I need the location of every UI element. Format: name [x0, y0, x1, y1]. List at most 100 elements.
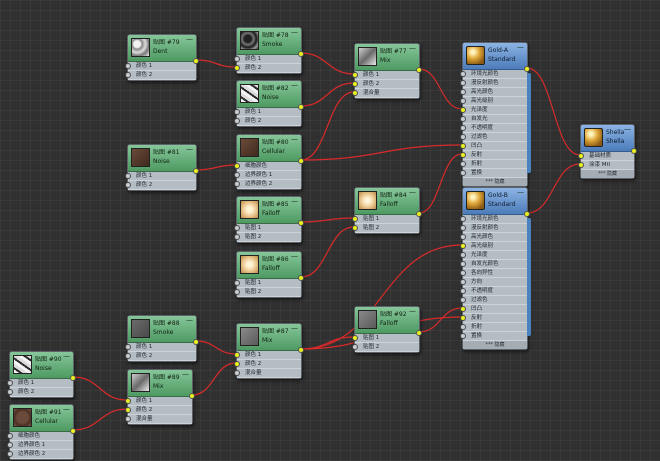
slot-row[interactable]: 混合量	[237, 369, 301, 378]
map-node-n86[interactable]: 贴图 #86 Falloff — 贴图 1 贴图 2	[234, 251, 304, 298]
input-port[interactable]	[460, 306, 466, 312]
output-port[interactable]	[524, 66, 530, 72]
collapse-button[interactable]: —	[291, 197, 298, 205]
node-header[interactable]: Gold-B Standard —	[463, 188, 527, 215]
slot-row[interactable]: 贴图 2	[355, 224, 419, 233]
input-port[interactable]	[460, 324, 466, 330]
input-port[interactable]	[460, 125, 466, 131]
node-header[interactable]: 贴图 #88 Smoke —	[128, 316, 196, 343]
input-port[interactable]	[234, 118, 240, 124]
input-port[interactable]	[460, 107, 466, 113]
input-port[interactable]	[352, 72, 358, 78]
output-port[interactable]	[70, 428, 76, 434]
map-node-n84[interactable]: 贴图 #84 Falloff — 贴图 1 贴图 2	[352, 187, 422, 234]
slot-row[interactable]: 颜色 2	[355, 80, 419, 89]
slot-row[interactable]: 置换	[463, 332, 527, 341]
slot-row[interactable]: 颜色 2	[237, 64, 301, 73]
slot-row[interactable]: 颜色 2	[128, 71, 196, 80]
collapse-button[interactable]: —	[186, 316, 193, 324]
node-header[interactable]: 贴图 #84 Falloff —	[355, 188, 419, 215]
hidden-slots-toggle[interactable]: *** 隐藏	[463, 178, 527, 186]
slot-row[interactable]: 自发光颜色	[463, 260, 527, 269]
collapse-button[interactable]: —	[517, 43, 524, 51]
slot-row[interactable]: 颜色 2	[237, 360, 301, 369]
input-port[interactable]	[460, 279, 466, 285]
slot-row[interactable]: 贴图 1	[237, 279, 301, 288]
wire-n88-to-n87[interactable]	[195, 340, 237, 355]
output-port[interactable]	[193, 58, 199, 64]
material-node-goldA[interactable]: Gold-A Standard — 环境光颜色 漫反射颜色 高光颜色 高光级别 光泽度 自发光不…	[460, 42, 531, 187]
node-header[interactable]: 贴图 #80 Cellular —	[237, 135, 301, 162]
map-node-n79[interactable]: 贴图 #79 Dent — 颜色 1 颜色 2	[125, 34, 199, 81]
node-header[interactable]: ShellacTest Shellac—	[581, 125, 634, 152]
input-port[interactable]	[460, 333, 466, 339]
hidden-slots-toggle[interactable]: *** 隐藏	[581, 170, 634, 178]
map-node-n92[interactable]: 贴图 #92 Falloff — 贴图 1 贴图 2	[352, 306, 422, 353]
node-header[interactable]: 贴图 #90 Noise —	[10, 352, 73, 379]
input-port[interactable]	[352, 81, 358, 87]
input-port[interactable]	[460, 225, 466, 231]
slot-row[interactable]: 颜色 1	[355, 71, 419, 80]
slot-row[interactable]: 颜色 2	[128, 406, 192, 415]
input-port[interactable]	[460, 315, 466, 321]
collapse-button[interactable]: —	[517, 188, 524, 196]
wire-n90-to-n89[interactable]	[72, 376, 128, 401]
wire-n80-to-goldA[interactable]	[300, 144, 463, 161]
slot-row[interactable]: 环境光颜色	[463, 215, 527, 224]
map-node-n85[interactable]: 贴图 #85 Falloff — 贴图 1 贴图 2	[234, 196, 304, 243]
wire-n89-to-n87[interactable]	[191, 362, 237, 396]
input-port[interactable]	[460, 252, 466, 258]
output-port[interactable]	[193, 168, 199, 174]
node-header[interactable]: 贴图 #77 Mix —	[355, 44, 419, 71]
input-port[interactable]	[234, 172, 240, 178]
slot-row[interactable]: 颜色 1	[128, 343, 196, 352]
wire-n85-to-n84[interactable]	[300, 217, 355, 223]
input-port[interactable]	[125, 398, 131, 404]
slot-row[interactable]: 颜色 1	[128, 397, 192, 406]
wire-n84-to-goldA[interactable]	[418, 153, 463, 214]
input-port[interactable]	[234, 109, 240, 115]
slot-row[interactable]: 颜色 1	[128, 62, 196, 71]
wire-n86-to-n84[interactable]	[300, 226, 355, 278]
node-header[interactable]: 贴图 #82 Noise —	[237, 81, 301, 108]
input-port[interactable]	[460, 134, 466, 140]
input-port[interactable]	[460, 98, 466, 104]
collapse-button[interactable]: —	[182, 370, 189, 378]
slot-row[interactable]: 贴图 2	[237, 233, 301, 242]
slot-row[interactable]: 混合量	[355, 89, 419, 98]
wire-n82-to-n77[interactable]	[300, 82, 355, 107]
slot-row[interactable]: 贴图 1	[355, 334, 419, 343]
input-port[interactable]	[7, 380, 13, 386]
slot-row[interactable]: 基础材质	[581, 152, 634, 161]
collapse-button[interactable]: —	[63, 352, 70, 360]
output-port[interactable]	[298, 275, 304, 281]
input-port[interactable]	[234, 56, 240, 62]
input-port[interactable]	[460, 89, 466, 95]
input-port[interactable]	[125, 344, 131, 350]
map-node-n88[interactable]: 贴图 #88 Smoke — 颜色 1 颜色 2	[125, 315, 199, 362]
slot-row[interactable]: 光泽度	[463, 251, 527, 260]
input-port[interactable]	[578, 162, 584, 168]
collapse-button[interactable]: —	[624, 125, 631, 133]
input-port[interactable]	[352, 344, 358, 350]
slot-row[interactable]: 颜色 1	[237, 55, 301, 64]
input-port[interactable]	[352, 225, 358, 231]
input-port[interactable]	[460, 161, 466, 167]
map-node-n80[interactable]: 贴图 #80 Cellular — 细胞颜色 边界颜色 1 边界颜色 2	[234, 134, 304, 190]
output-port[interactable]	[298, 158, 304, 164]
input-port[interactable]	[460, 297, 466, 303]
output-port[interactable]	[298, 104, 304, 110]
input-port[interactable]	[234, 361, 240, 367]
hidden-slots-toggle[interactable]: *** 隐藏	[463, 341, 527, 349]
wire-goldB-to-shellac[interactable]	[526, 163, 581, 214]
collapse-button[interactable]: —	[291, 252, 298, 260]
slot-row[interactable]: 颜色 1	[237, 351, 301, 360]
collapse-button[interactable]: —	[63, 405, 70, 413]
map-node-n87[interactable]: 贴图 #87 Mix — 颜色 1 颜色 2 混合量	[234, 323, 304, 379]
output-port[interactable]	[193, 339, 199, 345]
map-node-n78[interactable]: 贴图 #78 Smoke — 颜色 1 颜色 2	[234, 27, 304, 74]
slot-row[interactable]: 不透明度	[463, 124, 527, 133]
node-scrollbar[interactable]	[527, 218, 531, 336]
slot-row[interactable]: 方向	[463, 278, 527, 287]
slate-material-editor-canvas[interactable]: 贴图 #79 Dent — 颜色 1 颜色 2 贴图 #78 Smoke — 颜色 1 颜色 2 贴…	[0, 0, 660, 461]
